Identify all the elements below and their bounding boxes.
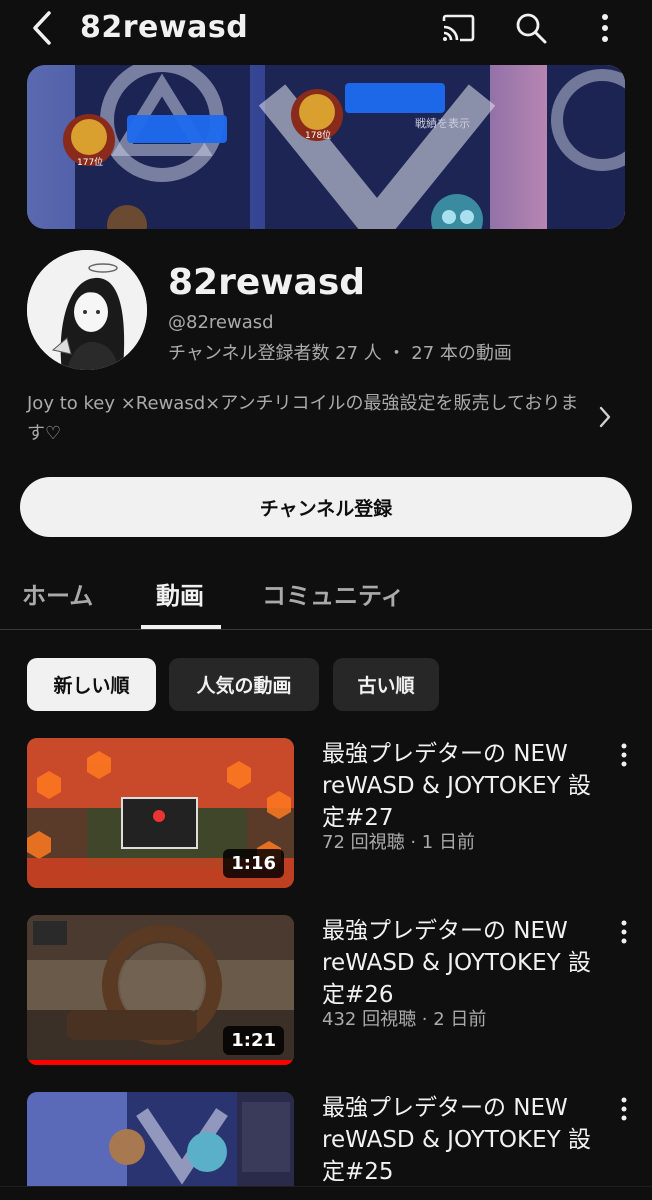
video-item[interactable]: 最強プレデターの NEW reWASD & JOYTOKEY 設定#25 xyxy=(0,1092,652,1200)
page-title: 82rewasd xyxy=(80,10,249,45)
banner-rank-left: 177位 xyxy=(77,156,103,168)
watch-progress-bar xyxy=(27,1060,294,1065)
banner-text-right: 戦績を表示 xyxy=(415,116,470,130)
video-more-button[interactable] xyxy=(612,1094,636,1124)
avatar-image xyxy=(27,250,147,370)
top-app-bar: 82rewasd xyxy=(0,0,652,58)
more-vert-icon xyxy=(621,920,627,944)
channel-stats: チャンネル登録者数 27 人 ・ 27 本の動画 xyxy=(168,343,512,364)
banner-rank-right: 178位 xyxy=(305,129,331,141)
video-more-button[interactable] xyxy=(612,740,636,770)
channel-name: 82rewasd xyxy=(168,262,366,303)
video-duration: 1:21 xyxy=(223,1026,284,1055)
cast-button[interactable] xyxy=(438,8,478,48)
search-icon xyxy=(516,13,547,44)
video-title[interactable]: 最強プレデターの NEW reWASD & JOYTOKEY 設定#26 xyxy=(322,915,604,1011)
more-vert-icon xyxy=(621,743,627,767)
bottom-navigation-edge xyxy=(0,1186,652,1200)
video-thumbnail[interactable]: 1:16 xyxy=(27,738,294,888)
channel-tabs: ホーム 動画 コミュニティ xyxy=(0,560,652,630)
video-thumbnail[interactable]: 1:21 xyxy=(27,915,294,1065)
chip-oldest[interactable]: 古い順 xyxy=(333,658,439,711)
channel-avatar[interactable] xyxy=(27,250,147,370)
cast-icon xyxy=(442,14,475,42)
video-item[interactable]: 1:16 最強プレデターの NEW reWASD & JOYTOKEY 設定#2… xyxy=(0,738,652,898)
video-meta: 72 回視聴 · 1 日前 xyxy=(322,832,475,853)
subscribe-button[interactable]: チャンネル登録 xyxy=(20,477,632,537)
chip-popular[interactable]: 人気の動画 xyxy=(169,658,319,711)
more-vert-icon xyxy=(602,14,608,42)
video-thumbnail[interactable] xyxy=(27,1092,294,1186)
back-button[interactable] xyxy=(22,8,62,48)
more-vert-icon xyxy=(621,1097,627,1121)
video-meta: 432 回視聴 · 2 日前 xyxy=(322,1009,487,1030)
video-more-button[interactable] xyxy=(612,917,636,947)
banner-image: 177位 178位 戦績を表示 xyxy=(27,65,625,229)
channel-description[interactable]: Joy to key ×Rewasd×アンチリコイルの最強設定を販売しております… xyxy=(27,389,582,449)
video-title[interactable]: 最強プレデターの NEW reWASD & JOYTOKEY 設定#27 xyxy=(322,738,604,834)
channel-handle: @82rewasd xyxy=(168,312,274,333)
video-item[interactable]: 1:21 最強プレデターの NEW reWASD & JOYTOKEY 設定#2… xyxy=(0,915,652,1075)
tab-videos[interactable]: 動画 xyxy=(156,576,204,611)
active-tab-indicator xyxy=(141,625,221,629)
tab-community[interactable]: コミュニティ xyxy=(262,576,405,611)
back-chevron-icon xyxy=(33,11,51,45)
chevron-right-icon xyxy=(599,406,611,428)
description-expand-button[interactable] xyxy=(590,400,620,434)
video-title[interactable]: 最強プレデターの NEW reWASD & JOYTOKEY 設定#25 xyxy=(322,1092,604,1188)
video-duration: 1:16 xyxy=(223,849,284,878)
more-options-button[interactable] xyxy=(585,8,625,48)
tab-home[interactable]: ホーム xyxy=(22,576,93,611)
channel-banner: 177位 178位 戦績を表示 xyxy=(27,65,625,229)
chip-newest[interactable]: 新しい順 xyxy=(27,658,156,711)
search-button[interactable] xyxy=(511,8,551,48)
